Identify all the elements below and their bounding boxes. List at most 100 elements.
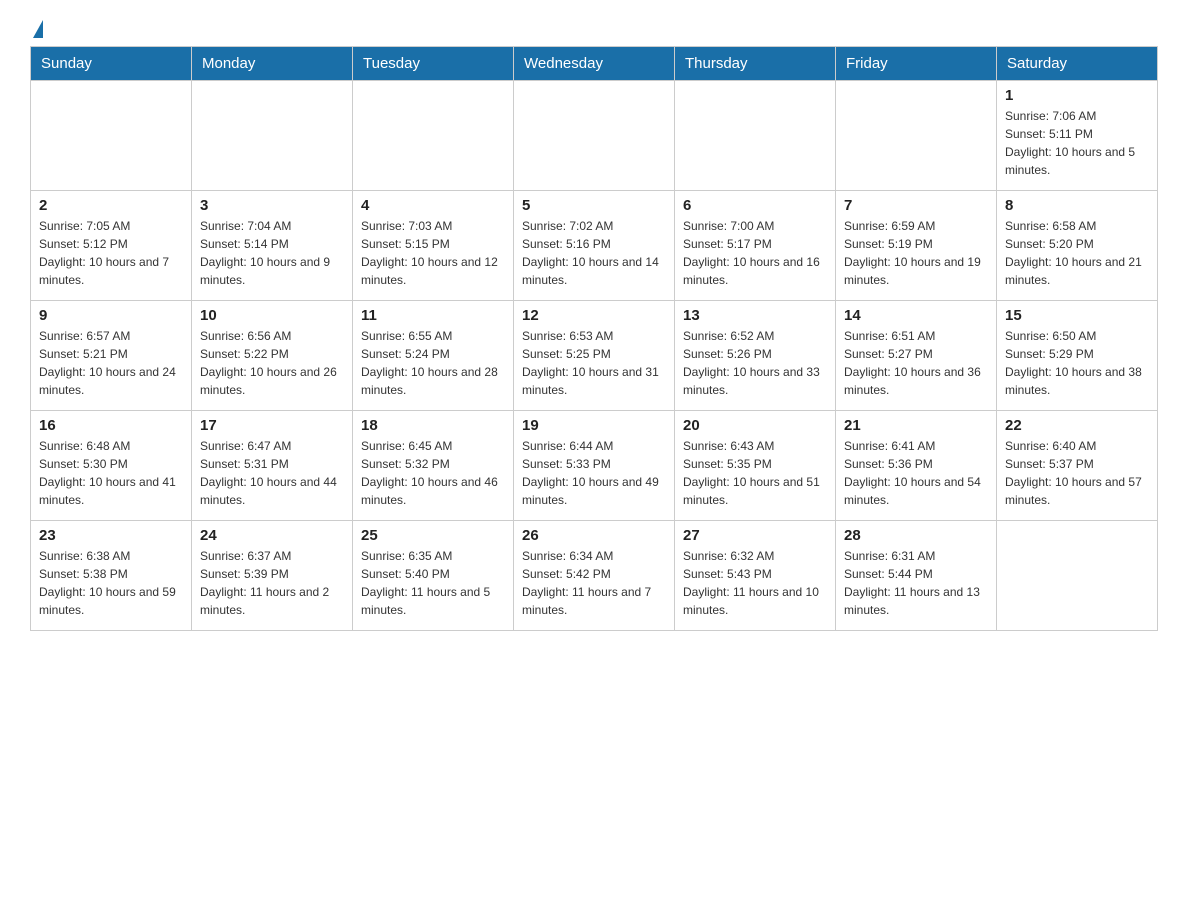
day-info: Sunrise: 6:48 AM Sunset: 5:30 PM Dayligh… [39,437,183,509]
day-info: Sunrise: 7:03 AM Sunset: 5:15 PM Dayligh… [361,217,505,289]
calendar-cell: 16 Sunrise: 6:48 AM Sunset: 5:30 PM Dayli… [31,411,192,521]
day-number: 6 [683,197,827,214]
day-info: Sunrise: 7:06 AM Sunset: 5:11 PM Dayligh… [1005,107,1149,179]
calendar-cell: 6 Sunrise: 7:00 AM Sunset: 5:17 PM Daylig… [675,191,836,301]
day-info: Sunrise: 6:44 AM Sunset: 5:33 PM Dayligh… [522,437,666,509]
day-number: 26 [522,527,666,544]
calendar-cell: 12 Sunrise: 6:53 AM Sunset: 5:25 PM Dayli… [514,301,675,411]
logo [30,20,43,36]
week-row: 9 Sunrise: 6:57 AM Sunset: 5:21 PM Daylig… [31,301,1158,411]
day-info: Sunrise: 6:59 AM Sunset: 5:19 PM Dayligh… [844,217,988,289]
day-info: Sunrise: 6:45 AM Sunset: 5:32 PM Dayligh… [361,437,505,509]
day-number: 25 [361,527,505,544]
day-number: 9 [39,307,183,324]
calendar-cell: 14 Sunrise: 6:51 AM Sunset: 5:27 PM Dayli… [836,301,997,411]
day-of-week-header: Tuesday [353,47,514,81]
day-number: 22 [1005,417,1149,434]
calendar-cell: 7 Sunrise: 6:59 AM Sunset: 5:19 PM Daylig… [836,191,997,301]
day-number: 14 [844,307,988,324]
day-info: Sunrise: 6:40 AM Sunset: 5:37 PM Dayligh… [1005,437,1149,509]
day-of-week-header: Monday [192,47,353,81]
logo-triangle-icon [33,20,43,38]
day-number: 23 [39,527,183,544]
day-number: 16 [39,417,183,434]
calendar-cell [997,521,1158,631]
calendar-cell [192,81,353,191]
day-info: Sunrise: 7:02 AM Sunset: 5:16 PM Dayligh… [522,217,666,289]
day-info: Sunrise: 6:32 AM Sunset: 5:43 PM Dayligh… [683,547,827,619]
day-number: 28 [844,527,988,544]
calendar-cell [31,81,192,191]
calendar-cell: 1 Sunrise: 7:06 AM Sunset: 5:11 PM Daylig… [997,81,1158,191]
day-info: Sunrise: 6:56 AM Sunset: 5:22 PM Dayligh… [200,327,344,399]
day-info: Sunrise: 7:04 AM Sunset: 5:14 PM Dayligh… [200,217,344,289]
day-number: 3 [200,197,344,214]
day-info: Sunrise: 6:53 AM Sunset: 5:25 PM Dayligh… [522,327,666,399]
day-info: Sunrise: 6:41 AM Sunset: 5:36 PM Dayligh… [844,437,988,509]
day-number: 1 [1005,87,1149,104]
day-number: 19 [522,417,666,434]
day-of-week-header: Saturday [997,47,1158,81]
calendar-cell [353,81,514,191]
day-number: 8 [1005,197,1149,214]
day-number: 24 [200,527,344,544]
day-info: Sunrise: 6:57 AM Sunset: 5:21 PM Dayligh… [39,327,183,399]
day-info: Sunrise: 7:05 AM Sunset: 5:12 PM Dayligh… [39,217,183,289]
day-number: 10 [200,307,344,324]
day-info: Sunrise: 6:38 AM Sunset: 5:38 PM Dayligh… [39,547,183,619]
day-number: 20 [683,417,827,434]
calendar-cell: 22 Sunrise: 6:40 AM Sunset: 5:37 PM Dayli… [997,411,1158,521]
day-number: 27 [683,527,827,544]
calendar-cell: 13 Sunrise: 6:52 AM Sunset: 5:26 PM Dayli… [675,301,836,411]
week-row: 23 Sunrise: 6:38 AM Sunset: 5:38 PM Dayli… [31,521,1158,631]
day-info: Sunrise: 6:58 AM Sunset: 5:20 PM Dayligh… [1005,217,1149,289]
week-row: 2 Sunrise: 7:05 AM Sunset: 5:12 PM Daylig… [31,191,1158,301]
day-info: Sunrise: 6:50 AM Sunset: 5:29 PM Dayligh… [1005,327,1149,399]
day-number: 18 [361,417,505,434]
day-info: Sunrise: 7:00 AM Sunset: 5:17 PM Dayligh… [683,217,827,289]
calendar-cell [514,81,675,191]
day-number: 13 [683,307,827,324]
page-header [30,20,1158,36]
day-info: Sunrise: 6:52 AM Sunset: 5:26 PM Dayligh… [683,327,827,399]
day-number: 17 [200,417,344,434]
calendar-cell: 26 Sunrise: 6:34 AM Sunset: 5:42 PM Dayli… [514,521,675,631]
day-of-week-header: Friday [836,47,997,81]
calendar-cell: 20 Sunrise: 6:43 AM Sunset: 5:35 PM Dayli… [675,411,836,521]
calendar-cell: 5 Sunrise: 7:02 AM Sunset: 5:16 PM Daylig… [514,191,675,301]
day-number: 11 [361,307,505,324]
day-number: 4 [361,197,505,214]
day-number: 21 [844,417,988,434]
day-info: Sunrise: 6:47 AM Sunset: 5:31 PM Dayligh… [200,437,344,509]
calendar-cell: 3 Sunrise: 7:04 AM Sunset: 5:14 PM Daylig… [192,191,353,301]
day-info: Sunrise: 6:37 AM Sunset: 5:39 PM Dayligh… [200,547,344,619]
day-info: Sunrise: 6:35 AM Sunset: 5:40 PM Dayligh… [361,547,505,619]
calendar-cell: 8 Sunrise: 6:58 AM Sunset: 5:20 PM Daylig… [997,191,1158,301]
day-info: Sunrise: 6:31 AM Sunset: 5:44 PM Dayligh… [844,547,988,619]
calendar-cell: 21 Sunrise: 6:41 AM Sunset: 5:36 PM Dayli… [836,411,997,521]
day-number: 7 [844,197,988,214]
calendar-cell: 24 Sunrise: 6:37 AM Sunset: 5:39 PM Dayli… [192,521,353,631]
calendar-cell: 19 Sunrise: 6:44 AM Sunset: 5:33 PM Dayli… [514,411,675,521]
calendar-cell: 28 Sunrise: 6:31 AM Sunset: 5:44 PM Dayli… [836,521,997,631]
week-row: 1 Sunrise: 7:06 AM Sunset: 5:11 PM Daylig… [31,81,1158,191]
calendar-cell: 15 Sunrise: 6:50 AM Sunset: 5:29 PM Dayli… [997,301,1158,411]
week-row: 16 Sunrise: 6:48 AM Sunset: 5:30 PM Dayli… [31,411,1158,521]
calendar-cell: 2 Sunrise: 7:05 AM Sunset: 5:12 PM Daylig… [31,191,192,301]
calendar-cell [675,81,836,191]
day-number: 2 [39,197,183,214]
day-number: 5 [522,197,666,214]
day-number: 12 [522,307,666,324]
day-info: Sunrise: 6:55 AM Sunset: 5:24 PM Dayligh… [361,327,505,399]
day-info: Sunrise: 6:51 AM Sunset: 5:27 PM Dayligh… [844,327,988,399]
day-of-week-header: Thursday [675,47,836,81]
calendar-cell: 18 Sunrise: 6:45 AM Sunset: 5:32 PM Dayli… [353,411,514,521]
day-number: 15 [1005,307,1149,324]
day-info: Sunrise: 6:34 AM Sunset: 5:42 PM Dayligh… [522,547,666,619]
calendar-cell: 27 Sunrise: 6:32 AM Sunset: 5:43 PM Dayli… [675,521,836,631]
day-info: Sunrise: 6:43 AM Sunset: 5:35 PM Dayligh… [683,437,827,509]
day-of-week-header: Wednesday [514,47,675,81]
calendar-cell: 9 Sunrise: 6:57 AM Sunset: 5:21 PM Daylig… [31,301,192,411]
calendar-cell: 10 Sunrise: 6:56 AM Sunset: 5:22 PM Dayli… [192,301,353,411]
calendar-cell: 11 Sunrise: 6:55 AM Sunset: 5:24 PM Dayli… [353,301,514,411]
